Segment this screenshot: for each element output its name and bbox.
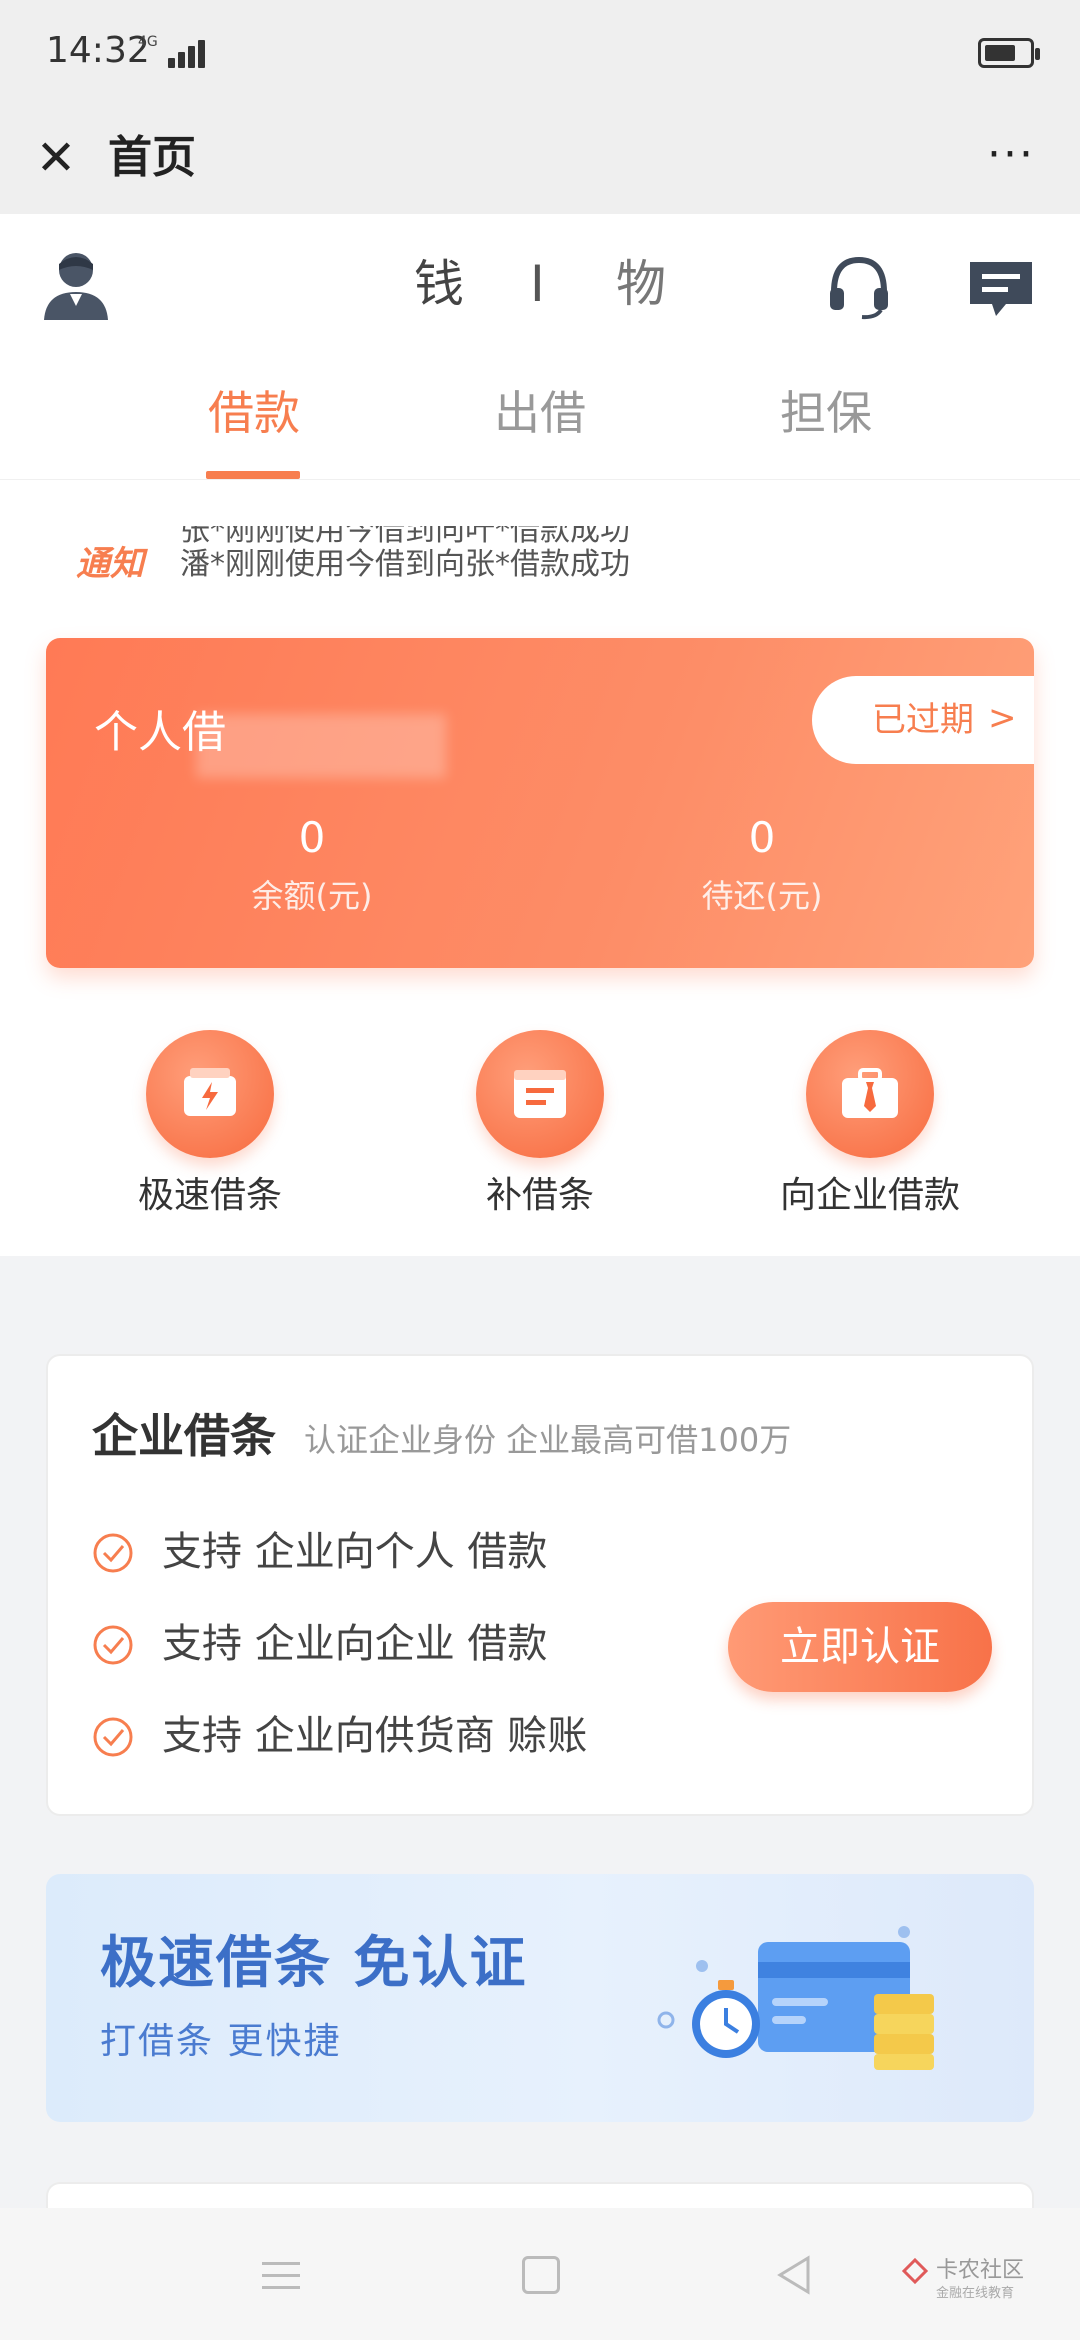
- due-value: 0: [748, 813, 776, 862]
- check-circle-icon: [93, 1533, 133, 1573]
- enterprise-feature: 支持 企业向个人 借款: [92, 1522, 712, 1582]
- quick-action-enterprise-loan[interactable]: 向企业借款: [730, 1030, 1010, 1230]
- main-panel: 通知 张*刚刚使用今借到向叶*借款成功 潘*刚刚使用今借到向张*借款成功 个人借…: [0, 480, 1080, 1256]
- check-circle-icon: [93, 1717, 133, 1757]
- feature-text: 支持 企业向供货商 赊账: [162, 1713, 588, 1759]
- fast-iou-banner[interactable]: 极速借条 免认证 打借条 更快捷: [46, 1874, 1034, 2122]
- lightning-document-icon: [146, 1030, 274, 1158]
- verify-now-button[interactable]: 立即认证: [728, 1602, 992, 1692]
- battery-icon: [978, 38, 1040, 68]
- status-button[interactable]: 已过期 >: [812, 676, 1034, 764]
- brand-separator: I: [530, 255, 545, 313]
- tab-guarantee[interactable]: 担保: [736, 378, 916, 448]
- page-title: 首页: [108, 132, 196, 183]
- enterprise-iou-card: 企业借条 认证企业身份 企业最高可借100万 支持 企业向个人 借款 支持 企业…: [46, 1354, 1034, 1816]
- close-icon[interactable]: ✕: [30, 128, 82, 188]
- notice-tag: 通知: [76, 544, 144, 584]
- notice-lines: 张*刚刚使用今借到向叶*借款成功 潘*刚刚使用今借到向张*借款成功: [180, 526, 716, 586]
- notice-line: 潘*刚刚使用今借到向张*借款成功: [180, 547, 630, 582]
- watermark-logo: 卡农社区 金融在线教育: [900, 2252, 1060, 2312]
- enterprise-feature: 支持 企业向供货商 赊账: [92, 1706, 712, 1766]
- balance-label: 余额(元): [251, 877, 373, 915]
- system-nav-bar: 卡农社区 金融在线教育: [0, 2208, 1080, 2340]
- quick-action-label: 补借条: [485, 1175, 594, 1216]
- status-time: 14:32: [46, 30, 150, 71]
- headset-icon[interactable]: [826, 254, 892, 320]
- home-icon[interactable]: [522, 2256, 560, 2294]
- network-type: 4G: [138, 34, 158, 50]
- quick-action-fast-iou[interactable]: 极速借条: [70, 1030, 350, 1230]
- title-bar: ✕ 首页 ···: [0, 108, 1080, 214]
- banner-subtitle: 打借条 更快捷: [100, 2021, 342, 2062]
- banner-title: 极速借条 免认证: [100, 1931, 528, 1996]
- app-header: 钱 I 物 借款 出借 担保: [0, 214, 1080, 480]
- back-icon[interactable]: [774, 2254, 814, 2296]
- user-avatar-icon[interactable]: [42, 250, 110, 320]
- feature-text: 支持 企业向企业 借款: [162, 1621, 548, 1667]
- menu-icon[interactable]: [262, 2260, 300, 2292]
- due-label: 待还(元): [701, 877, 823, 915]
- due-metric: 0 待还(元): [612, 808, 912, 924]
- notice-line: 张*刚刚使用今借到向叶*借款成功: [180, 526, 630, 548]
- watermark-icon: [901, 2257, 929, 2285]
- brand-left: 钱: [414, 255, 464, 313]
- quick-action-supplement-iou[interactable]: 补借条: [400, 1030, 680, 1230]
- tab-active-indicator: [206, 471, 300, 479]
- brand-logo: 钱 I 物: [370, 244, 710, 324]
- brand-right: 物: [616, 255, 666, 313]
- tab-bar: 借款 出借 担保: [0, 364, 1080, 480]
- watermark-title: 卡农社区: [936, 2258, 1025, 2283]
- more-options-button[interactable]: ···: [976, 130, 1046, 190]
- check-circle-icon: [93, 1625, 133, 1665]
- watermark-subtitle: 金融在线教育: [936, 2286, 1015, 2301]
- chevron-right-icon: >: [988, 698, 1017, 738]
- balance-value: 0: [298, 813, 326, 862]
- document-icon: [476, 1030, 604, 1158]
- personal-loan-card[interactable]: 个人借 已过期 > 0 余额(元) 0 待还(元): [46, 638, 1034, 968]
- notice-ticker[interactable]: 通知 张*刚刚使用今借到向叶*借款成功 潘*刚刚使用今借到向张*借款成功: [76, 526, 716, 586]
- quick-action-label: 向企业借款: [779, 1175, 960, 1216]
- signal-icon: [168, 38, 210, 68]
- tab-loan[interactable]: 借款: [164, 378, 344, 448]
- enterprise-subtitle: 认证企业身份 企业最高可借100万: [304, 1421, 792, 1459]
- message-icon[interactable]: [966, 258, 1036, 320]
- blurred-region: [196, 714, 446, 778]
- stopwatch-card-illustration: [657, 1926, 934, 2070]
- status-label: 已过期: [872, 700, 974, 740]
- quick-action-label: 极速借条: [137, 1175, 282, 1216]
- briefcase-icon: [806, 1030, 934, 1158]
- enterprise-feature: 支持 企业向企业 借款: [92, 1614, 712, 1674]
- enterprise-title: 企业借条: [92, 1409, 276, 1463]
- status-bar: 14:32 4G: [0, 0, 1080, 108]
- tab-lend[interactable]: 出借: [450, 378, 630, 448]
- balance-metric: 0 余额(元): [162, 808, 462, 924]
- feature-text: 支持 企业向个人 借款: [162, 1529, 548, 1575]
